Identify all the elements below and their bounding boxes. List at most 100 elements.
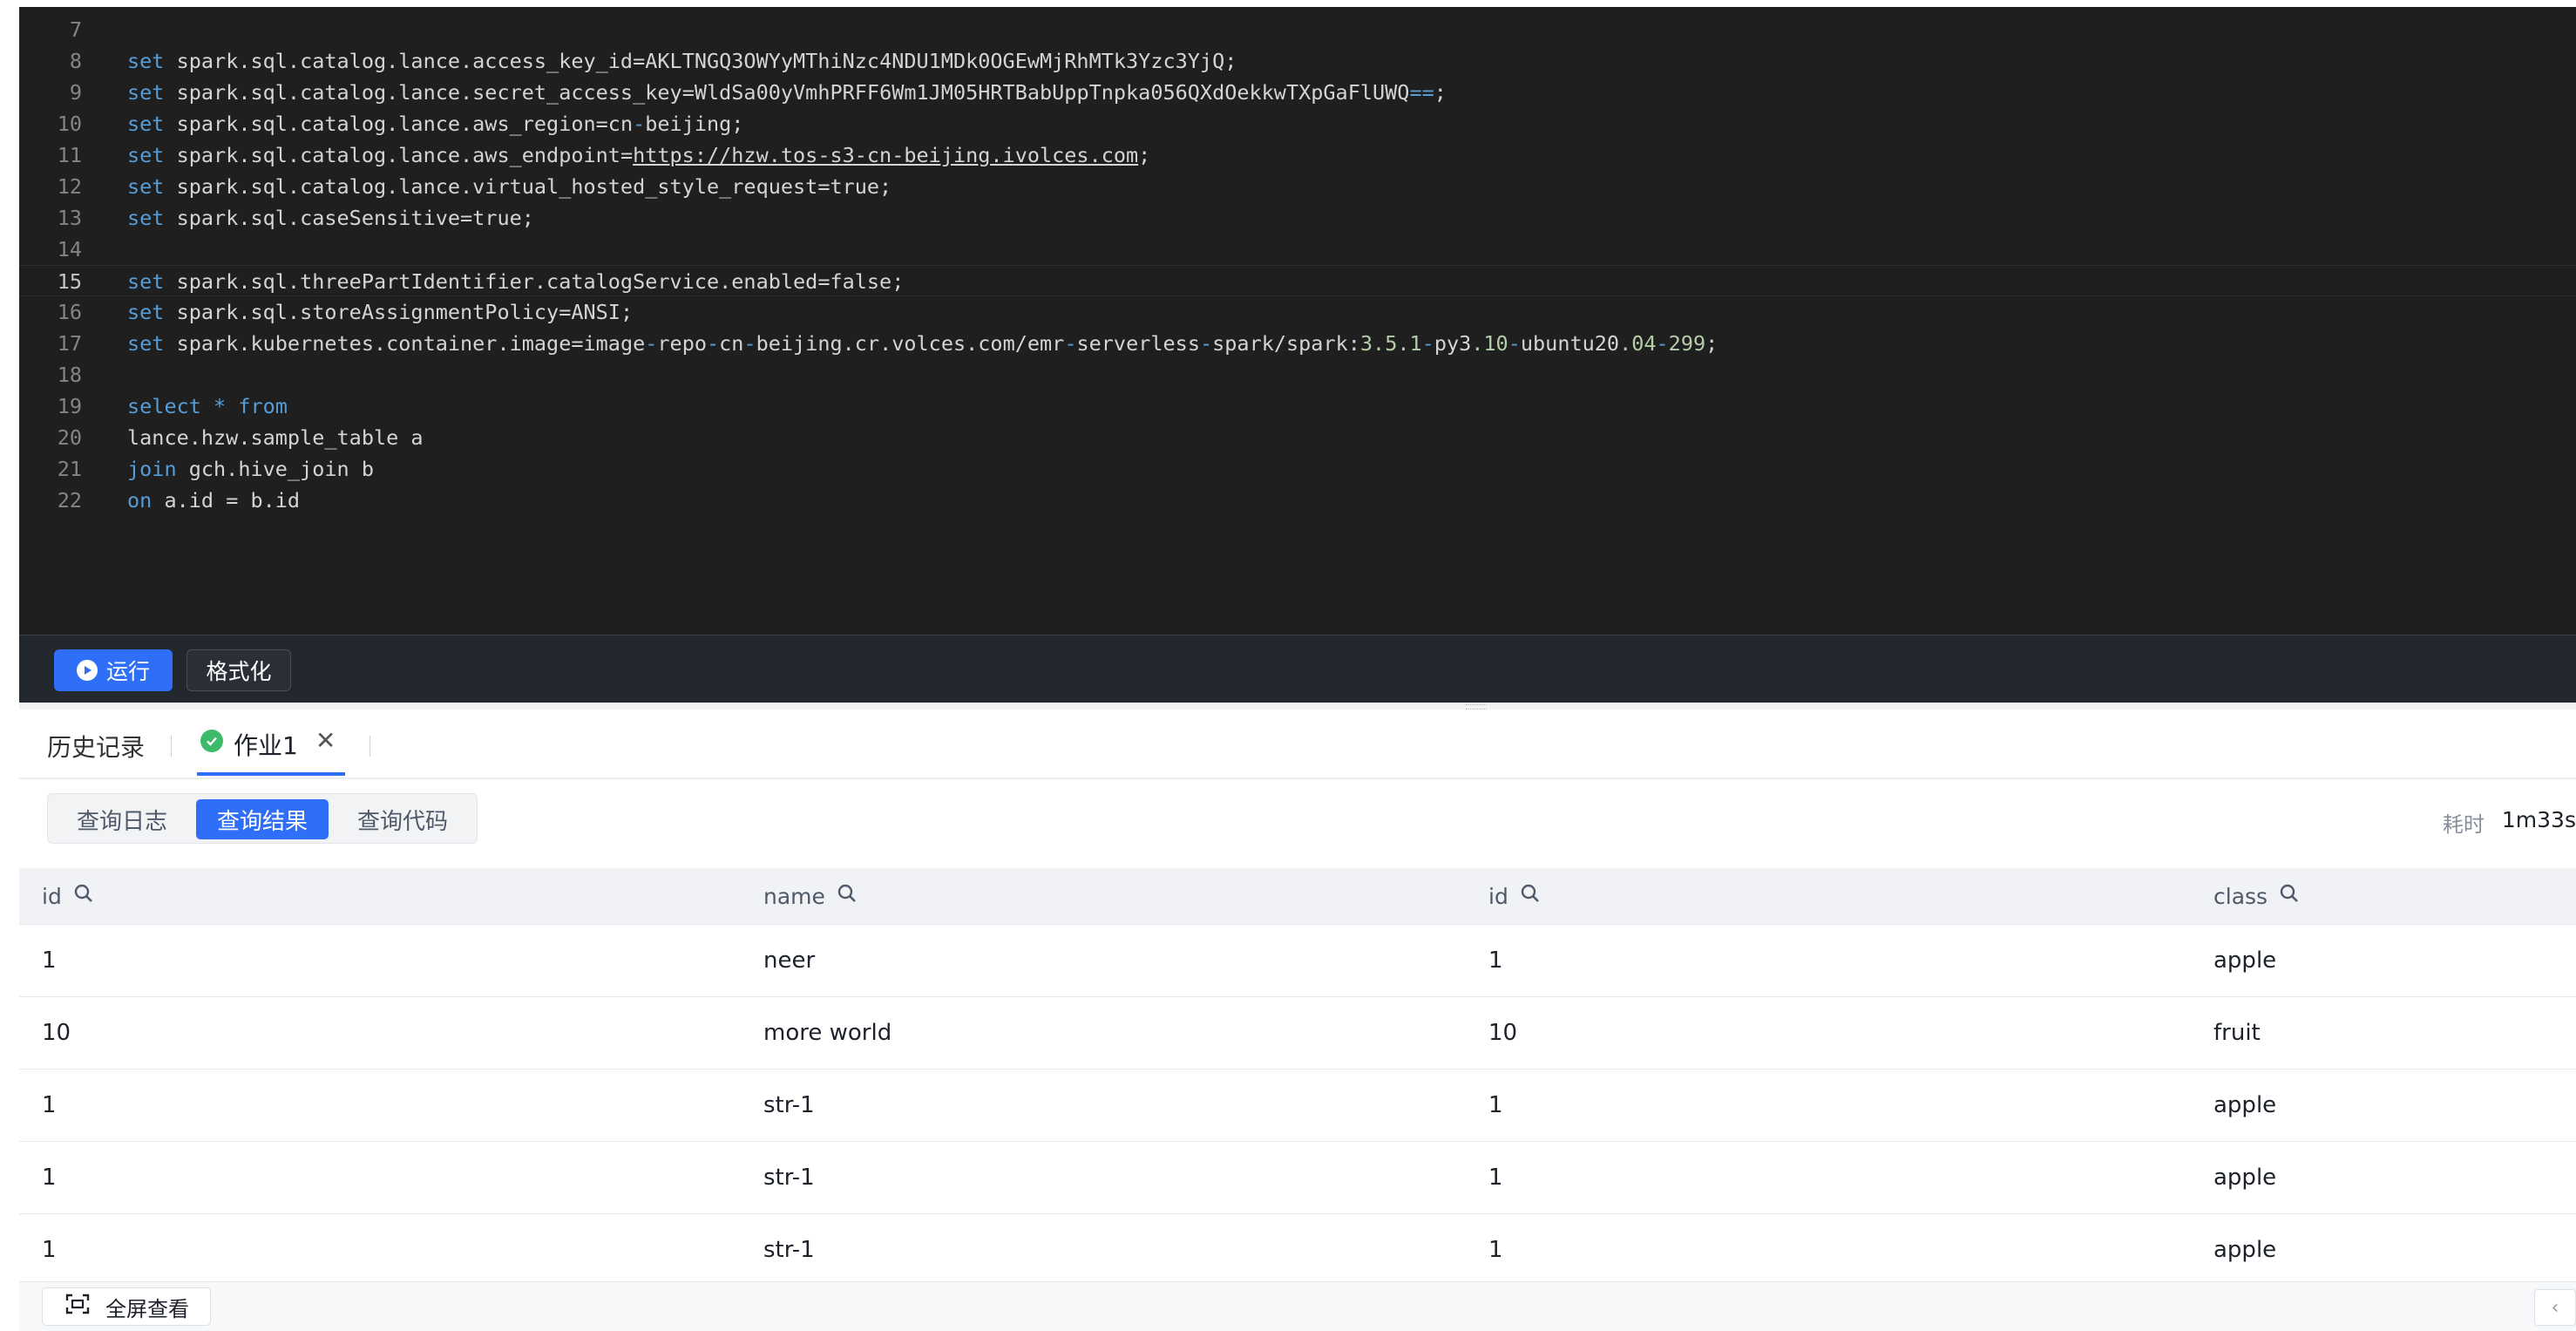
code-token: spark.sql.storeAssignmentPolicy bbox=[164, 300, 559, 324]
column-header: class bbox=[2213, 868, 2301, 924]
code-token: spark.sql.threePartIdentifier.catalogSer… bbox=[164, 269, 818, 294]
code-token: .04 bbox=[1619, 331, 1657, 356]
code-line[interactable]: 8 set spark.sql.catalog.lance.access_key_… bbox=[19, 45, 2576, 77]
code-keyword: on bbox=[127, 488, 153, 513]
code-keyword: == bbox=[1409, 80, 1434, 105]
code-token: ; bbox=[1705, 331, 1718, 356]
result-tabbar: 历史记录 作业1 ✕ bbox=[19, 710, 2576, 779]
code-line[interactable]: 12 set spark.sql.catalog.lance.virtual_ho… bbox=[19, 171, 2576, 202]
code-keyword: * bbox=[214, 394, 227, 418]
line-number: 9 bbox=[69, 80, 82, 105]
line-number: 20 bbox=[57, 425, 82, 450]
code-token: ANSI; bbox=[571, 300, 634, 324]
resize-splitter[interactable] bbox=[19, 703, 2576, 710]
code-token: ubuntu20 bbox=[1520, 331, 1620, 356]
table-header: id name id class bbox=[19, 868, 2576, 925]
column-header: name bbox=[763, 868, 858, 924]
close-icon[interactable]: ✕ bbox=[315, 727, 336, 755]
code-line[interactable]: 9 set spark.sql.catalog.lance.secret_acce… bbox=[19, 77, 2576, 108]
subtab-code[interactable]: 查询代码 bbox=[336, 799, 470, 839]
code-token: ; bbox=[1434, 80, 1447, 105]
search-icon[interactable] bbox=[836, 882, 858, 910]
subtab-result[interactable]: 查询结果 bbox=[196, 799, 329, 839]
code-token: beijing; bbox=[645, 112, 744, 136]
search-icon[interactable] bbox=[72, 882, 95, 910]
table-cell: 1 bbox=[42, 947, 57, 974]
format-button[interactable]: 格式化 bbox=[186, 649, 291, 691]
code-token: serverless bbox=[1076, 331, 1200, 356]
code-token: py3 bbox=[1434, 331, 1472, 356]
elapsed-value: 1m33s bbox=[2501, 807, 2576, 832]
tab-job1[interactable]: 作业1 ✕ bbox=[200, 727, 336, 776]
code-text: set spark.sql.catalog.lance.aws_endpoint… bbox=[127, 139, 1150, 171]
code-text: on a.id = b.id bbox=[127, 485, 300, 516]
code-text: set spark.sql.threePartIdentifier.catalo… bbox=[127, 266, 904, 297]
code-keyword: - bbox=[1199, 331, 1213, 356]
code-line[interactable]: 20 lance.hzw.sample_table a bbox=[19, 422, 2576, 453]
code-token: ; bbox=[1138, 143, 1151, 167]
code-link[interactable]: https://hzw.tos-s3-cn-beijing.ivolces.co… bbox=[633, 143, 1138, 167]
line-number: 13 bbox=[57, 206, 82, 230]
code-token: = bbox=[595, 112, 608, 136]
code-token: spark.sql.caseSensitive bbox=[164, 206, 461, 230]
code-text: set spark.sql.storeAssignmentPolicy=ANSI… bbox=[127, 296, 633, 328]
code-line[interactable]: 19 select * from bbox=[19, 390, 2576, 422]
code-keyword: set bbox=[127, 143, 165, 167]
table-cell: str-1 bbox=[763, 1165, 815, 1191]
search-icon[interactable] bbox=[2278, 882, 2301, 910]
code-token: cn bbox=[607, 112, 634, 136]
code-line[interactable]: 16 set spark.sql.storeAssignmentPolicy=AN… bbox=[19, 296, 2576, 328]
code-line[interactable]: 7 bbox=[19, 14, 2576, 45]
code-line[interactable]: 18 bbox=[19, 359, 2576, 390]
code-keyword: set bbox=[127, 174, 165, 199]
run-button-label: 运行 bbox=[105, 659, 150, 684]
code-token: true; bbox=[830, 174, 892, 199]
sql-editor[interactable]: 7 8 set spark.sql.catalog.lance.access_key… bbox=[19, 7, 2576, 635]
code-line[interactable]: 13 set spark.sql.caseSensitive=true; bbox=[19, 202, 2576, 234]
code-keyword: from bbox=[238, 394, 288, 418]
code-token: .10 bbox=[1471, 331, 1508, 356]
line-number: 17 bbox=[57, 331, 82, 356]
code-token: cn bbox=[719, 331, 744, 356]
tab-divider bbox=[369, 736, 370, 757]
code-line[interactable]: 15 set spark.sql.threePartIdentifier.cata… bbox=[19, 265, 2576, 296]
table-cell: apple bbox=[2213, 1092, 2277, 1118]
table-cell: 1 bbox=[1488, 1237, 1503, 1263]
code-keyword: set bbox=[127, 206, 165, 230]
code-token: spark.sql.catalog.lance.access_key_id bbox=[164, 49, 634, 73]
code-token: = bbox=[633, 49, 646, 73]
code-line[interactable]: 11 set spark.sql.catalog.lance.aws_endpoi… bbox=[19, 139, 2576, 171]
code-token: = bbox=[817, 174, 830, 199]
search-icon[interactable] bbox=[1519, 882, 1542, 910]
code-token: beijing.cr.volces.com/emr bbox=[756, 331, 1065, 356]
line-number: 12 bbox=[57, 174, 82, 199]
table-cell: fruit bbox=[2213, 1020, 2261, 1046]
line-number: 8 bbox=[69, 49, 82, 73]
fullscreen-button[interactable]: 全屏查看 bbox=[42, 1287, 211, 1326]
run-button[interactable]: 运行 bbox=[54, 649, 173, 691]
code-line[interactable]: 10 set spark.sql.catalog.lance.aws_region… bbox=[19, 108, 2576, 139]
line-number: 14 bbox=[57, 237, 82, 261]
code-line[interactable]: 17 set spark.kubernetes.container.image=i… bbox=[19, 328, 2576, 359]
code-keyword: select bbox=[127, 394, 201, 418]
code-token: true; bbox=[472, 206, 534, 230]
chevron-left-icon[interactable]: ‹ bbox=[2534, 1289, 2576, 1326]
code-token: spark.kubernetes.container.image bbox=[164, 331, 572, 356]
code-token: = bbox=[226, 488, 239, 513]
table-footer: 全屏查看 ‹ bbox=[19, 1281, 2576, 1331]
code-token: gch.hive_join b bbox=[176, 457, 374, 481]
code-line[interactable]: 22 on a.id = b.id bbox=[19, 485, 2576, 516]
code-token: = bbox=[681, 80, 695, 105]
line-number: 10 bbox=[57, 112, 82, 136]
subtab-log[interactable]: 查询日志 bbox=[53, 799, 191, 839]
table-row: 1 str-1 1 apple bbox=[19, 1070, 2576, 1142]
code-line[interactable]: 14 bbox=[19, 234, 2576, 265]
code-line[interactable]: 21 join gch.hive_join b bbox=[19, 453, 2576, 485]
code-text: set spark.kubernetes.container.image=ima… bbox=[127, 328, 1718, 359]
code-token: = bbox=[460, 206, 473, 230]
code-keyword: set bbox=[127, 112, 165, 136]
code-text: set spark.sql.catalog.lance.access_key_i… bbox=[127, 45, 1237, 77]
play-icon bbox=[76, 660, 98, 681]
column-header: id bbox=[42, 868, 95, 924]
tab-history[interactable]: 历史记录 bbox=[47, 729, 145, 764]
